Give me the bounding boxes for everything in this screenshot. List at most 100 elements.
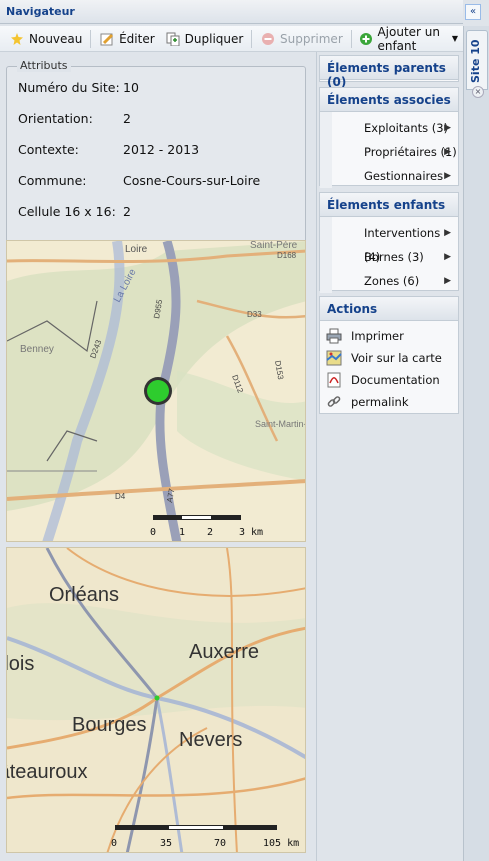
menu-item-gestionnaires[interactable]: Gestionnaires (1) ▶ [332, 164, 458, 207]
plus-circle-icon [359, 31, 373, 47]
city-label: Blois [7, 653, 34, 675]
attr-row-site-number: Numéro du Site: 10 [18, 80, 308, 100]
attr-label: Orientation: [18, 111, 93, 126]
city-label: Châteauroux [7, 761, 88, 783]
city-label: Auxerre [189, 641, 259, 663]
attr-row-cell: Cellule 16 x 16: 2 [18, 204, 308, 224]
action-label: Documentation [351, 373, 440, 387]
delete-label: Supprimer [280, 31, 343, 46]
duplicate-icon [165, 31, 181, 47]
add-child-label: Ajouter un enfant [377, 24, 440, 53]
city-label: Bourges [72, 714, 147, 736]
tab-label: Site 10 [469, 39, 482, 83]
toolbar-separator [90, 29, 92, 48]
attributes-fieldset: Attributs Numéro du Site: 10 Orientation… [6, 59, 308, 243]
local-map-graphic: Loire Saint-Père D168 D33 La Loire D955 … [7, 241, 306, 541]
menu-item-zones[interactable]: Zones (6) ▶ [332, 269, 458, 293]
action-label: Imprimer [351, 329, 404, 343]
new-label: Nouveau [29, 31, 83, 46]
regional-map[interactable]: Orléans Auxerre Blois Bourges Nevers Châ… [6, 547, 306, 853]
link-icon [325, 393, 343, 411]
attr-row-commune: Commune: Cosne-Cours-sur-Loire [18, 173, 308, 193]
menu-item-interventions[interactable]: Interventions (4) ▶ [332, 221, 458, 264]
attr-value: Cosne-Cours-sur-Loire [123, 173, 261, 188]
double-chevron-left-icon: « [469, 6, 477, 17]
map-label: Saint-Martin-sur-Nohain [255, 419, 306, 429]
duplicate-button[interactable]: Dupliquer [160, 28, 249, 50]
navigator-header: Navigateur [0, 0, 463, 24]
parents-header[interactable]: Élements parents (0) [320, 56, 458, 89]
scale-tick: 35 [160, 838, 172, 849]
map-label: Loire [125, 244, 148, 255]
duplicate-label: Dupliquer [184, 31, 244, 46]
attributes-legend: Attributs [17, 59, 71, 72]
attr-label: Contexte: [18, 142, 79, 157]
menu-item-label: Propriétaires (1) [364, 145, 457, 159]
actions-list: Imprimer Voir sur la carte Documentation… [320, 321, 458, 413]
scale-tick: 0 [150, 527, 156, 538]
children-panel: Élements enfants Interventions (4) ▶ Bor… [319, 192, 459, 293]
side-tab-strip: Site 10 × [463, 26, 489, 861]
close-icon[interactable]: × [472, 86, 484, 98]
chevron-right-icon: ▶ [444, 123, 451, 133]
associated-header[interactable]: Élements associes [320, 88, 458, 112]
associated-panel: Élements associes Exploitants (3) ▶ Prop… [319, 87, 459, 207]
menu-item-proprietaires[interactable]: Propriétaires (1) ▶ [332, 140, 458, 164]
attr-row-context: Contexte: 2012 - 2013 [18, 142, 308, 162]
local-map[interactable]: Loire Saint-Père D168 D33 La Loire D955 … [6, 240, 306, 542]
toolbar: Nouveau Éditer Dupliquer Supprimer Ajout… [0, 24, 463, 53]
print-action[interactable]: Imprimer [320, 325, 458, 347]
children-list: Interventions (4) ▶ Bornes (3) ▶ Zones (… [320, 217, 458, 293]
city-label: Nevers [179, 729, 242, 751]
map-icon [325, 349, 343, 367]
new-button[interactable]: Nouveau [4, 28, 87, 50]
edit-label: Éditer [119, 31, 155, 46]
map-label: D168 [277, 251, 297, 260]
map-label: D4 [115, 492, 126, 501]
menu-item-bornes[interactable]: Bornes (3) ▶ [332, 245, 458, 269]
scale-tick: 2 [207, 527, 213, 538]
children-header[interactable]: Élements enfants [320, 193, 458, 217]
toolbar-separator [251, 29, 253, 48]
attr-value: 2 [123, 111, 131, 126]
dropdown-arrow-icon: ▼ [451, 34, 458, 43]
scale-tick: 105 km [263, 838, 299, 849]
scale-tick: 70 [214, 838, 226, 849]
related-elements-panel: Élements parents (0) Élements associes E… [316, 52, 463, 861]
edit-button[interactable]: Éditer [94, 28, 160, 50]
map-label: D33 [247, 310, 262, 319]
permalink-action[interactable]: permalink [320, 391, 458, 413]
map-label: Benney [20, 344, 54, 355]
scale-tick: 1 [179, 527, 185, 538]
scale-tick: 0 [111, 838, 117, 849]
chevron-right-icon: ▶ [444, 252, 451, 262]
city-label: Orléans [49, 584, 119, 606]
attr-value: 2 [123, 204, 131, 219]
site-marker[interactable] [147, 380, 169, 402]
navigator-title: Navigateur [6, 5, 75, 18]
pdf-icon [325, 371, 343, 389]
add-child-button[interactable]: Ajouter un enfant ▼ [354, 24, 463, 53]
menu-item-label: Zones (6) [364, 274, 420, 288]
menu-item-exploitants[interactable]: Exploitants (3) ▶ [332, 116, 458, 140]
actions-header[interactable]: Actions [320, 297, 458, 321]
delete-button[interactable]: Supprimer [255, 28, 348, 50]
attr-label: Numéro du Site: [18, 80, 120, 95]
star-icon [9, 31, 25, 47]
chevron-right-icon: ▶ [444, 147, 451, 157]
menu-item-label: Exploitants (3) [364, 121, 449, 135]
attr-label: Cellule 16 x 16: [18, 204, 116, 219]
collapse-panel-button[interactable]: « [465, 4, 481, 20]
regional-map-graphic: Orléans Auxerre Blois Bourges Nevers Châ… [7, 548, 305, 852]
actions-panel: Actions Imprimer Voir sur la carte Docum… [319, 296, 459, 414]
documentation-action[interactable]: Documentation [320, 369, 458, 391]
pencil-icon [99, 31, 115, 47]
minus-circle-icon [260, 31, 276, 47]
action-label: Voir sur la carte [351, 351, 442, 365]
attr-row-orientation: Orientation: 2 [18, 111, 308, 131]
chevron-right-icon: ▶ [444, 228, 451, 238]
show-on-map-action[interactable]: Voir sur la carte [320, 347, 458, 369]
attr-label: Commune: [18, 173, 87, 188]
tab-site-10[interactable]: Site 10 [466, 30, 488, 90]
map-label: Saint-Père [250, 241, 298, 251]
